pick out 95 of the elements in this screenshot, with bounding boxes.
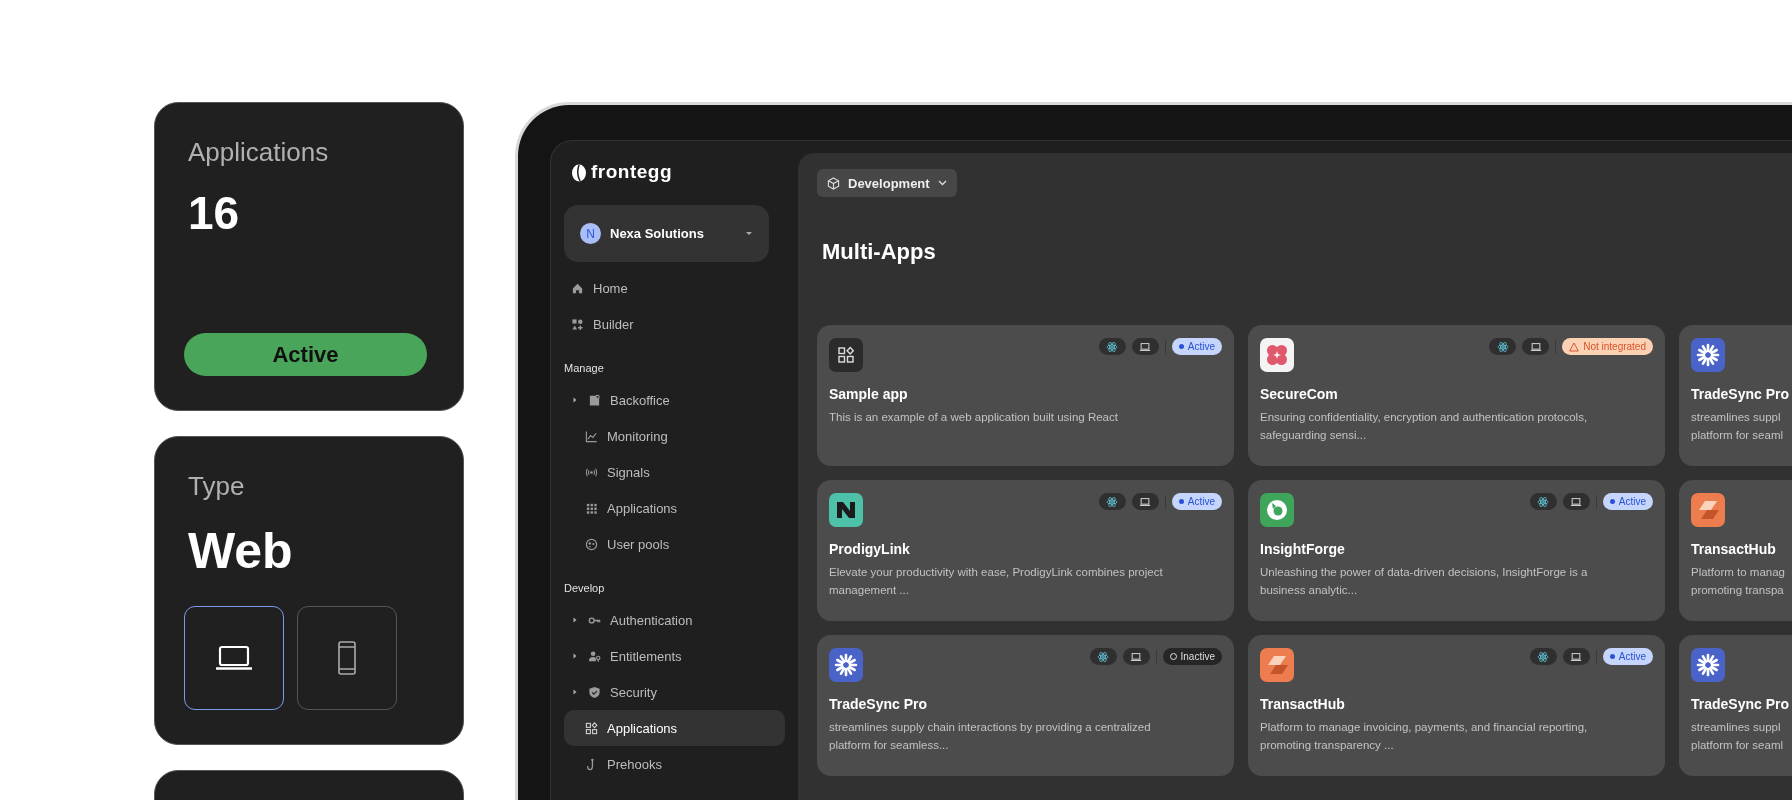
sidebar-item[interactable]: Applications [564,710,785,746]
status-badge: Inactive [1162,648,1222,665]
laptop-option[interactable] [184,606,284,710]
section-heading: Manage [564,362,605,374]
atom-icon [1537,650,1550,663]
page-title: Multi-Apps [822,239,937,265]
laptop-icon [1570,495,1583,508]
sidebar-item[interactable]: Builder [564,306,785,342]
chevron-down-icon [937,180,947,186]
laptop-icon [215,645,253,671]
app-description: streamlines suppl platform for seaml [1691,720,1785,753]
app-name: SecureCom [1260,386,1339,402]
flower-logo-icon [1260,338,1294,372]
app-name: ProdigyLink [829,541,911,557]
organization-selector[interactable]: N Nexa Solutions [564,205,769,262]
atom-icon [1106,495,1119,508]
starburst-logo-icon [829,648,863,682]
sidebar-item[interactable]: Entitlements [564,638,785,674]
status-badge: Active [1602,648,1653,665]
laptop-icon [1130,650,1143,663]
apps-icon [585,721,598,735]
sidebar-item[interactable]: Security [564,674,785,710]
slab-logo-icon [1260,648,1294,682]
slab-logo-icon [1691,493,1725,527]
section-heading: Develop [564,582,606,594]
line-chart-icon [585,429,598,443]
app-description: Unleashing the power of data-driven decisions, InsightForge is a business analytic... [1260,565,1589,598]
app-card[interactable]: Active ProdigyLink Elevate your productivity with ease, ProdigyLink combines project management ... [817,480,1234,621]
sidebar-item[interactable]: Backoffice [564,382,785,418]
app-description: Ensuring confidentiality, encryption and authentication protocols, safeguarding sensi... [1260,410,1589,443]
card-value: 16 [188,186,241,240]
app-card[interactable]: TradeSync Pro streamlines suppl platform for seaml [1679,325,1792,466]
status-badge: Not integrated [1562,338,1653,355]
app-name: InsightForge [1260,541,1346,557]
sidebar-item[interactable]: User pools [564,526,785,562]
environment-dropdown[interactable]: Development [817,169,957,197]
app-name: TransactHub [1260,696,1346,712]
palette-icon [585,537,598,551]
sidebar-item[interactable]: Home [564,270,785,306]
app-card[interactable]: TradeSync Pro streamlines suppl platform for seaml [1679,635,1792,776]
atom-icon [1537,495,1550,508]
app-card[interactable]: Active TransactHub Platform to manage invoicing, payments, and financial reporting, promoting transparency ... [1248,635,1665,776]
status-button[interactable]: Active [184,333,427,376]
phone-icon [337,641,357,675]
laptop-icon [1139,340,1152,353]
ring-logo-icon [1260,493,1294,527]
app-card[interactable]: Active Sample app This is an example of a web application built using React [817,325,1234,466]
status-badge: Active [1602,493,1653,510]
starburst-logo-icon [1691,338,1725,372]
home-icon [571,281,584,295]
card-label: Applications [188,137,330,168]
app-name: TradeSync Pro [1691,696,1791,712]
logo-text: frontegg [591,161,673,183]
app-description: Elevate your productivity with ease, ProdigyLink combines project management ... [829,565,1164,598]
app-name: TransactHub [1691,541,1777,557]
app-card[interactable]: Active InsightForge Unleashing the power of data-driven decisions, InsightForge is a business analytic... [1248,480,1665,621]
atom-icon [1106,340,1119,353]
app-card[interactable]: Not integrated SecureCom Ensuring confidentiality, encryption and authentication protocols, safeguarding sensi... [1248,325,1665,466]
egg-logo-icon [571,162,588,182]
app-description: Platform to manag promoting transpa [1691,565,1786,598]
user-icon [588,649,601,663]
starburst-logo-icon [1691,648,1725,682]
organization-avatar: N [580,223,601,244]
app-name: Sample app [829,386,909,402]
caret-icon [745,231,753,236]
app-card[interactable]: Inactive TradeSync Pro streamlines supply chain interactions by providing a centralized platform for seamless... [817,635,1234,776]
app-name: TradeSync Pro [829,696,929,712]
app-description: streamlines supply chain interactions by providing a centralized platform for seamless... [829,720,1152,753]
grid-icon [585,501,598,515]
laptop-icon [1529,340,1542,353]
app-description: This is an example of a web application built using React [829,410,1119,425]
app-card[interactable]: TransactHub Platform to manag promoting transpa [1679,480,1792,621]
sidebar-item[interactable]: Monitoring [564,418,785,454]
apps-icon [829,338,863,372]
sidebar-item[interactable]: Authentication [564,602,785,638]
sidebar-item[interactable]: Prehooks [564,746,785,782]
status-badge: Active [1171,493,1222,510]
sidebar-item[interactable]: Signals [564,454,785,490]
cube-icon [827,176,840,190]
sidebar-item[interactable]: Applications [564,490,785,526]
document-icon [588,393,601,407]
app-description: streamlines suppl platform for seaml [1691,410,1785,443]
card-label: Type [188,471,246,502]
atom-icon [1097,650,1110,663]
letter-n-logo-icon [829,493,863,527]
card-value: Web [188,522,294,580]
shield-icon [588,685,601,699]
laptop-icon [1139,495,1152,508]
laptop-icon [1570,650,1583,663]
app-name: TradeSync Pro [1691,386,1791,402]
status-badge: Active [1171,338,1222,355]
phone-option[interactable] [297,606,397,710]
app-description: Platform to manage invoicing, payments, and financial reporting, promoting transparency ... [1260,720,1589,753]
atom-icon [1496,340,1509,353]
shapes-icon [571,317,584,331]
